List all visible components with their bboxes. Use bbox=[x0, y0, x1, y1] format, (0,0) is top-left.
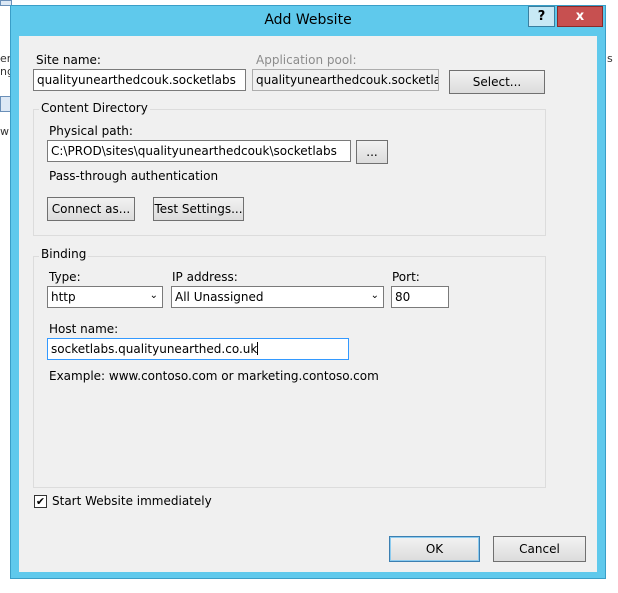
title-bar[interactable]: Add Website ? x bbox=[11, 6, 605, 36]
physical-path-input[interactable]: C:\PROD\sites\qualityunearthedcouk\socke… bbox=[47, 140, 351, 162]
app-pool-field: qualityunearthedcouk.socketlabs bbox=[252, 69, 439, 91]
close-button[interactable]: x bbox=[557, 6, 603, 27]
help-button[interactable]: ? bbox=[528, 6, 555, 27]
dialog-body: Site name: qualityunearthedcouk.socketla… bbox=[19, 36, 597, 572]
type-select[interactable]: http ⌄ bbox=[47, 286, 163, 308]
ok-button[interactable]: OK bbox=[389, 536, 480, 562]
host-name-label: Host name: bbox=[49, 322, 119, 336]
start-immediately-checkbox[interactable]: ✔ bbox=[34, 495, 47, 508]
host-name-example: Example: www.contoso.com or marketing.co… bbox=[49, 369, 379, 383]
text-caret bbox=[257, 342, 259, 355]
ip-address-select-value: All Unassigned bbox=[175, 290, 264, 304]
app-pool-label: Application pool: bbox=[256, 53, 357, 67]
start-immediately-label: Start Website immediately bbox=[52, 494, 212, 508]
background-text-fragment: s bbox=[607, 52, 613, 65]
binding-title: Binding bbox=[39, 247, 89, 261]
select-app-pool-button[interactable]: Select... bbox=[449, 70, 545, 94]
site-name-label: Site name: bbox=[36, 53, 101, 67]
add-website-dialog: Add Website ? x Site name: qualityuneart… bbox=[10, 5, 606, 579]
passthrough-auth-label: Pass-through authentication bbox=[49, 169, 219, 183]
dialog-title: Add Website bbox=[264, 12, 352, 28]
ip-address-label: IP address: bbox=[172, 270, 238, 284]
ip-address-select[interactable]: All Unassigned ⌄ bbox=[171, 286, 384, 308]
test-settings-button[interactable]: Test Settings... bbox=[153, 197, 244, 221]
port-input[interactable]: 80 bbox=[391, 286, 449, 308]
cancel-button[interactable]: Cancel bbox=[493, 536, 586, 562]
port-label: Port: bbox=[392, 270, 420, 284]
physical-path-label: Physical path: bbox=[49, 124, 133, 138]
content-directory-title: Content Directory bbox=[39, 101, 150, 115]
chevron-down-icon: ⌄ bbox=[149, 290, 158, 301]
chevron-down-icon: ⌄ bbox=[370, 290, 379, 301]
site-name-input[interactable]: qualityunearthedcouk.socketlabs bbox=[33, 69, 246, 91]
type-label: Type: bbox=[49, 270, 81, 284]
browse-path-button[interactable]: ... bbox=[356, 140, 388, 164]
host-name-input[interactable]: socketlabs.qualityunearthed.co.uk bbox=[47, 338, 349, 360]
host-name-value: socketlabs.qualityunearthed.co.uk bbox=[51, 342, 258, 356]
type-select-value: http bbox=[51, 290, 76, 304]
connect-as-button[interactable]: Connect as... bbox=[47, 197, 135, 221]
